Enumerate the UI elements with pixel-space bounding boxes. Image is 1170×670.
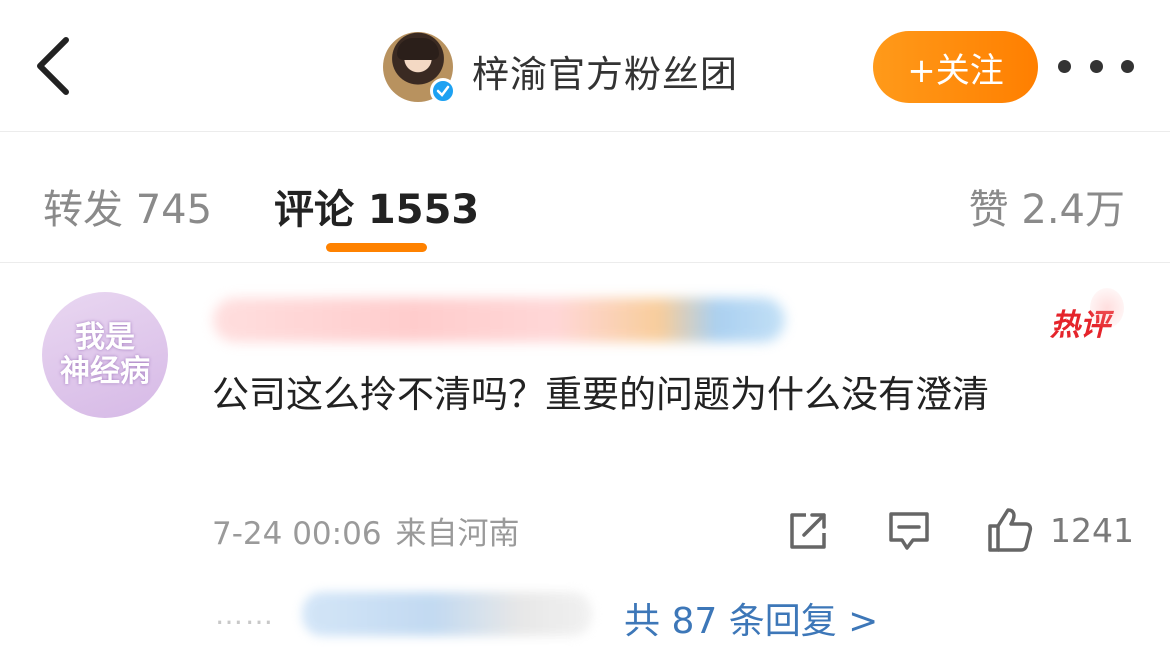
account-name[interactable]: 梓渝官方粉丝团 <box>472 44 738 98</box>
verified-badge-icon <box>430 78 456 104</box>
commenter-avatar[interactable]: 我是 神经病 <box>42 292 168 418</box>
more-dots-icon[interactable] <box>1058 48 1134 84</box>
tab-repost[interactable]: 转发 745 <box>43 177 212 235</box>
avatar-text-line2: 神经病 <box>60 354 150 389</box>
active-tab-indicator <box>326 243 427 252</box>
tab-comment[interactable]: 评论 1553 <box>274 177 479 235</box>
view-replies-link[interactable]: 共 87 条回复 > <box>624 592 878 644</box>
comment-date: 7-24 00:06 <box>212 516 382 552</box>
chevron-left-icon <box>37 37 69 95</box>
comment-location: 来自河南 <box>395 516 520 552</box>
like-button[interactable]: 1241 <box>986 504 1134 556</box>
top-bar: 梓渝官方粉丝团 +关注 <box>0 0 1170 132</box>
share-icon[interactable] <box>786 509 830 553</box>
tab-like[interactable]: 赞 2.4万 <box>969 177 1125 235</box>
reply-preview-dots: …… <box>215 598 275 631</box>
follow-button[interactable]: +关注 <box>873 31 1038 103</box>
hot-comment-badge: 热评 <box>1050 288 1124 344</box>
blurred-username[interactable] <box>213 298 785 342</box>
comment-meta: 7-24 00:06 来自河南 <box>212 508 520 553</box>
like-count: 1241 <box>1050 510 1134 550</box>
blurred-reply-preview[interactable] <box>302 592 592 636</box>
comment-text: 公司这么拎不清吗？重要的问题为什么没有澄清 <box>212 373 989 416</box>
thumbs-up-icon <box>988 508 1033 552</box>
avatar-text-line1: 我是 <box>75 320 135 355</box>
tab-bar: 转发 745 评论 1553 赞 2.4万 <box>0 133 1170 263</box>
back-button[interactable] <box>28 30 84 102</box>
comment-icon[interactable] <box>887 510 931 552</box>
